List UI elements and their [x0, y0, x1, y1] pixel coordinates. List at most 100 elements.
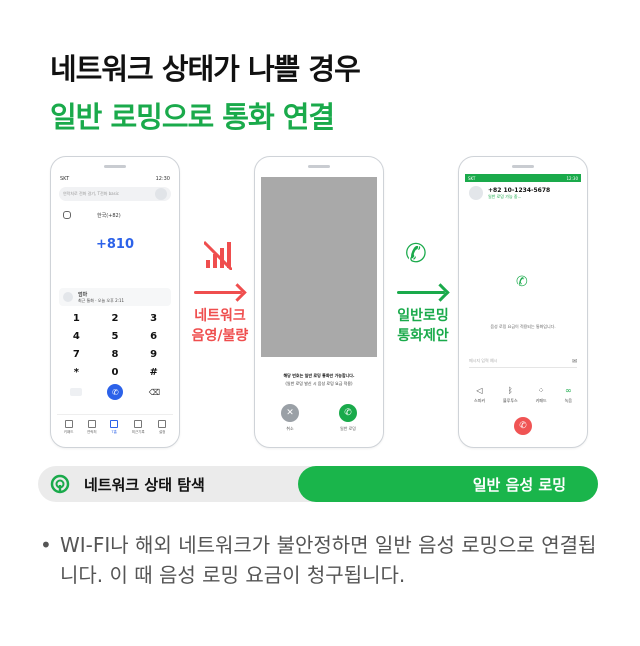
backspace-icon[interactable]: ⌫ — [149, 388, 160, 397]
search-placeholder: 연락처로 전화 걸기, T전화 basic — [63, 191, 119, 196]
tab-keypad-label: 키패드 — [63, 430, 74, 434]
key-hash[interactable]: # — [134, 367, 173, 378]
heading-line2: 일반 로밍으로 통화 연결 — [50, 100, 335, 134]
tab-contacts[interactable]: 연락처 — [87, 420, 97, 435]
bottom-tab-bar: 키패드 연락처 T홈 최근기록 설정 — [57, 414, 173, 437]
message-input[interactable]: 메시지 입력 예시 ✉ — [469, 355, 577, 368]
contact-detail: 최근 통화 · 오늘 오후 2:11 — [78, 297, 125, 303]
roaming-offer-line1: 일반로밍 — [397, 308, 449, 324]
footnote-text: WI-FI나 해외 네트워크가 불안정하면 일반 음성 로밍으로 연결됩니다. … — [60, 533, 597, 587]
keypad-button[interactable]: ⁘ 키패드 — [536, 386, 547, 404]
key-5[interactable]: 5 — [96, 331, 135, 342]
call-screen: SKT 12:30 +82 10-1234-5678 일반 로밍 가능 중...… — [465, 174, 581, 437]
network-scan-icon — [50, 474, 70, 494]
phone-notch — [308, 165, 330, 168]
bullet: • — [40, 533, 52, 557]
key-4[interactable]: 4 — [57, 331, 96, 342]
avatar — [469, 186, 483, 200]
cancel-label: 취소 — [286, 426, 294, 431]
phone-popup: 해당 번호는 일반 로밍 통화만 가능합니다. (일반 로밍 발신 시 음성 로… — [254, 156, 384, 448]
popup-buttons: ✕ 취소 ✆ 일반 로밍 — [261, 404, 377, 432]
roaming-call-button[interactable]: ✆ 일반 로밍 — [339, 404, 357, 432]
popup-message-line2: (일반 로밍 발신 시 음성 로밍 요금 적용) — [285, 381, 353, 386]
record-icon: ∞ — [564, 386, 572, 395]
tab-settings[interactable]: 설정 — [158, 420, 167, 435]
key-2[interactable]: 2 — [96, 313, 135, 324]
tab-recents-label: 최근기록 — [131, 430, 145, 434]
record-button[interactable]: ∞ 녹음 — [565, 386, 572, 404]
network-issue-label: 네트워크 음영/불량 — [183, 306, 257, 346]
avatar — [63, 292, 73, 302]
green-phone-icon: ✆ — [405, 239, 427, 269]
tab-keypad[interactable]: 키패드 — [63, 420, 74, 435]
key-9[interactable]: 9 — [134, 349, 173, 360]
speaker-icon: ◁ — [476, 386, 483, 395]
keypad-icon: ⁘ — [537, 386, 545, 395]
voice-roaming-label: 일반 음성 로밍 — [472, 476, 566, 494]
heading-line1: 네트워크 상태가 나쁠 경우 — [50, 52, 361, 86]
dialer-search-input[interactable]: 연락처로 전화 걸기, T전화 basic — [59, 187, 171, 201]
roaming-charge-message: 음성 로밍 요금이 적용되는 통화입니다. — [490, 324, 556, 329]
close-icon: ✕ — [281, 404, 299, 422]
network-scan-label: 네트워크 상태 탐색 — [84, 476, 205, 494]
phone-icon: ✆ — [339, 404, 357, 422]
message-icon[interactable]: ✉ — [572, 358, 577, 365]
weak-signal-icon — [204, 240, 232, 270]
dialed-number: +810 — [95, 237, 135, 252]
green-arrow-icon — [397, 291, 445, 294]
tab-settings-label: 설정 — [158, 430, 166, 434]
tab-home[interactable]: T홈 — [110, 420, 119, 435]
key-0[interactable]: 0 — [96, 367, 135, 378]
popup-message: 해당 번호는 일반 로밍 통화만 가능합니다. (일반 로밍 발신 시 음성 로… — [261, 372, 377, 388]
call-controls: ◁ 스피커 ᛒ 블루투스 ⁘ 키패드 ∞ 녹음 — [465, 386, 581, 404]
caller-number: +82 10-1234-5678 — [488, 186, 551, 194]
bluetooth-icon: ᛒ — [507, 386, 513, 395]
person-icon — [63, 211, 71, 219]
call-button[interactable]: ✆ — [107, 384, 124, 400]
key-8[interactable]: 8 — [96, 349, 135, 360]
mic-icon[interactable] — [155, 188, 167, 200]
speaker-button[interactable]: ◁ 스피커 — [474, 386, 485, 404]
key-1[interactable]: 1 — [57, 313, 96, 324]
country-selector[interactable]: 한국(+82) — [57, 211, 173, 219]
status-bar: SKT 12:30 — [57, 174, 173, 184]
popup-message-line1: 해당 번호는 일반 로밍 통화만 가능합니다. — [283, 373, 355, 378]
phone-in-call: SKT 12:30 +82 10-1234-5678 일반 로밍 가능 중...… — [458, 156, 588, 448]
roaming-offer-label: 일반로밍 통화제안 — [386, 306, 460, 346]
clock-label: 12:30 — [566, 175, 578, 181]
key-star[interactable]: * — [57, 367, 96, 378]
phone-notch — [512, 165, 534, 168]
video-call-icon[interactable] — [69, 388, 82, 396]
red-arrow-icon — [194, 291, 242, 294]
dimmed-overlay — [261, 177, 377, 357]
clock-label: 12:30 — [155, 176, 170, 182]
key-3[interactable]: 3 — [134, 313, 173, 324]
tab-home-label: T홈 — [111, 430, 117, 434]
call-status: 일반 로밍 가능 중... — [488, 193, 522, 199]
network-issue-line2: 음영/불량 — [191, 328, 249, 344]
tab-recents[interactable]: 최근기록 — [132, 420, 145, 435]
key-7[interactable]: 7 — [57, 349, 96, 360]
speaker-label: 스피커 — [473, 398, 486, 403]
green-status-bar: SKT 12:30 — [465, 174, 581, 182]
roaming-status-bar: 네트워크 상태 탐색 일반 음성 로밍 — [38, 466, 598, 502]
end-call-button[interactable]: ✆ — [514, 417, 532, 435]
footnote: • WI-FI나 해외 네트워크가 불안정하면 일반 음성 로밍으로 연결됩니다… — [40, 530, 610, 590]
bluetooth-label: 블루투스 — [502, 398, 518, 403]
contact-name: 엄마 — [78, 291, 88, 298]
phone-notch — [104, 165, 126, 168]
message-placeholder: 메시지 입력 예시 — [469, 358, 498, 363]
keypad-label: 키패드 — [535, 398, 547, 403]
grid-tab-icon — [110, 420, 119, 428]
key-6[interactable]: 6 — [134, 331, 173, 342]
country-label: 한국(+82) — [97, 212, 121, 219]
dialer-screen: SKT 12:30 연락처로 전화 걸기, T전화 basic 한국(+82) … — [57, 174, 173, 437]
carrier-label: SKT — [468, 175, 476, 181]
bluetooth-button[interactable]: ᛒ 블루투스 — [503, 386, 518, 404]
carrier-label: SKT — [60, 176, 70, 182]
contact-suggestion[interactable]: 엄마 최근 통화 · 오늘 오후 2:11 — [59, 288, 171, 306]
record-label: 녹음 — [564, 398, 572, 403]
cancel-button[interactable]: ✕ 취소 — [281, 404, 299, 432]
popup-screen: 해당 번호는 일반 로밍 통화만 가능합니다. (일반 로밍 발신 시 음성 로… — [261, 174, 377, 437]
phone-dialer: SKT 12:30 연락처로 전화 걸기, T전화 basic 한국(+82) … — [50, 156, 180, 448]
